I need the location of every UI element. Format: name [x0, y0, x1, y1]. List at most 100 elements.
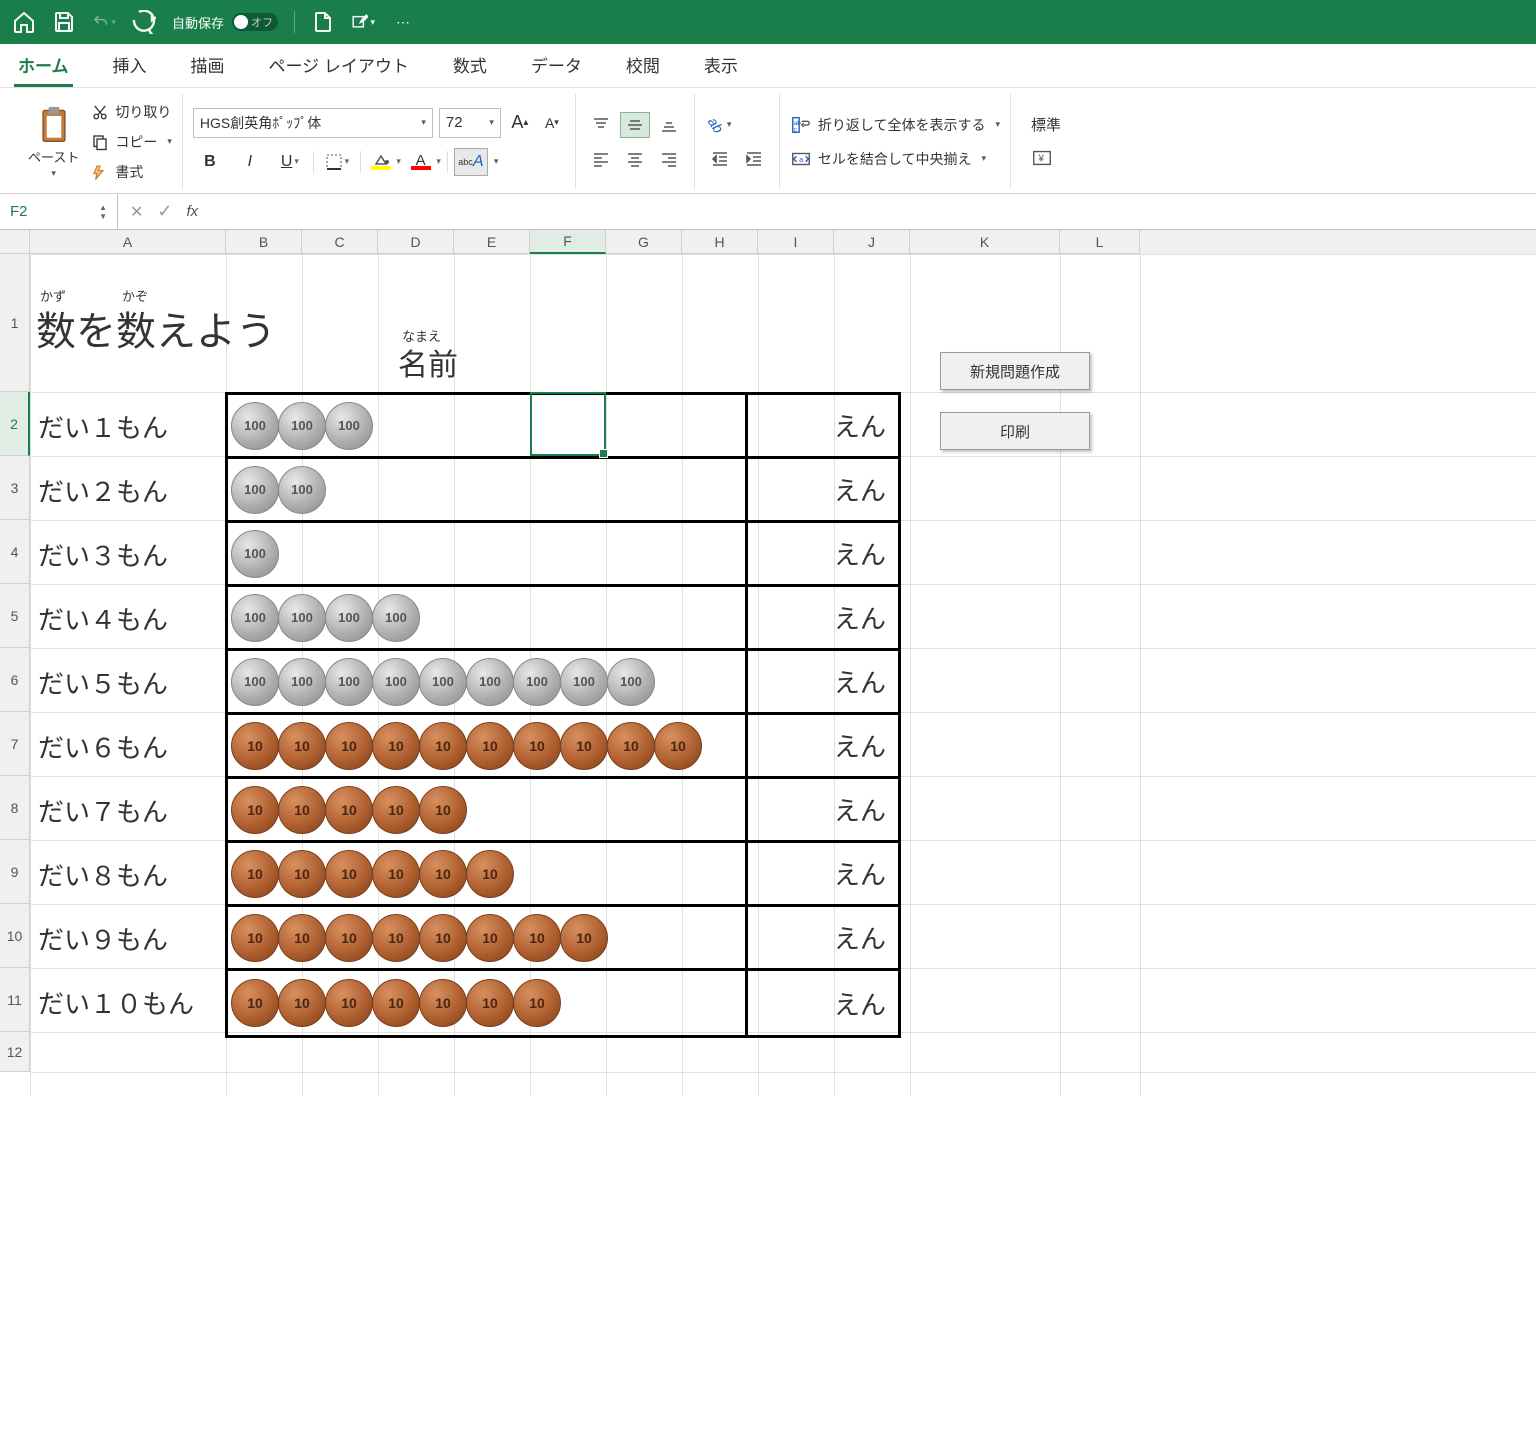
col-header-I[interactable]: I	[758, 230, 834, 254]
autosave-toggle[interactable]: 自動保存 オフ	[172, 13, 278, 32]
row-header-11[interactable]: 11	[0, 968, 30, 1032]
align-top-icon[interactable]	[586, 112, 616, 138]
coin-10: 10	[513, 914, 561, 962]
home-icon[interactable]	[12, 10, 36, 34]
answer-cell[interactable]: えん	[748, 651, 898, 712]
col-header-F[interactable]: F	[530, 230, 606, 254]
bold-button[interactable]: B	[193, 148, 227, 176]
new-question-button[interactable]: 新規問題作成	[940, 352, 1090, 390]
edit-icon[interactable]: ▾	[351, 10, 375, 34]
ribbon-tab-0[interactable]: ホーム	[14, 44, 73, 87]
col-header-L[interactable]: L	[1060, 230, 1140, 254]
col-header-K[interactable]: K	[910, 230, 1060, 254]
col-header-D[interactable]: D	[378, 230, 454, 254]
phonetic-button[interactable]: abcA	[454, 148, 488, 176]
select-all-corner[interactable]	[0, 230, 30, 254]
coin-area: 100100100	[228, 395, 748, 456]
fx-icon[interactable]: fx	[187, 203, 199, 220]
answer-cell[interactable]: えん	[748, 843, 898, 904]
new-file-icon[interactable]	[311, 10, 335, 34]
decrease-indent-icon[interactable]	[705, 146, 735, 172]
coin-100: 100	[231, 658, 279, 706]
question-label: だい５もん	[38, 664, 168, 701]
cut-button[interactable]: 切り取り	[91, 102, 172, 122]
col-header-C[interactable]: C	[302, 230, 378, 254]
font-name-select[interactable]: HGS創英角ﾎﾟｯﾌﾟ体▾	[193, 108, 433, 138]
col-header-B[interactable]: B	[226, 230, 302, 254]
spreadsheet-grid[interactable]: ABCDEFGHIJKL 123456789101112 かず かぞ 数を数えよ…	[0, 230, 1536, 1096]
cancel-icon[interactable]: ✕	[130, 202, 143, 222]
name-box[interactable]: F2 ▲▼	[0, 194, 118, 230]
align-right-icon[interactable]	[654, 146, 684, 172]
answer-cell[interactable]: えん	[748, 907, 898, 968]
row-header-8[interactable]: 8	[0, 776, 30, 840]
col-header-A[interactable]: A	[30, 230, 226, 254]
coin-10: 10	[278, 850, 326, 898]
row-header-3[interactable]: 3	[0, 456, 30, 520]
question-row: 100 えん	[228, 523, 898, 587]
align-center-icon[interactable]	[620, 146, 650, 172]
accounting-format-icon[interactable]: ¥	[1031, 147, 1053, 169]
row-header-5[interactable]: 5	[0, 584, 30, 648]
col-header-J[interactable]: J	[834, 230, 910, 254]
ribbon-tab-6[interactable]: 校閲	[622, 44, 664, 87]
answer-cell[interactable]: えん	[748, 779, 898, 840]
font-color-button[interactable]: A	[407, 148, 441, 176]
col-header-G[interactable]: G	[606, 230, 682, 254]
undo-icon[interactable]: ▾	[92, 10, 116, 34]
coin-10: 10	[560, 722, 608, 770]
row-header-12[interactable]: 12	[0, 1032, 30, 1072]
italic-button[interactable]: I	[233, 148, 267, 176]
wrap-text-button[interactable]: abc 折り返して全体を表示する▾	[790, 114, 1000, 136]
coin-10: 10	[560, 914, 608, 962]
coin-10: 10	[231, 786, 279, 834]
save-icon[interactable]	[52, 10, 76, 34]
copy-button[interactable]: コピー▾	[91, 132, 172, 152]
underline-button[interactable]: U	[273, 148, 307, 176]
ribbon-tab-3[interactable]: ページ レイアウト	[265, 44, 413, 87]
coin-100: 100	[278, 402, 326, 450]
decrease-font-icon[interactable]: A▾	[539, 110, 565, 136]
row-header-1[interactable]: 1	[0, 254, 30, 392]
format-painter-button[interactable]: 書式	[91, 162, 172, 182]
paste-button[interactable]: ペースト ▾	[20, 94, 87, 189]
more-icon[interactable]: ⋯	[391, 10, 415, 34]
coin-100: 100	[278, 658, 326, 706]
row-header-10[interactable]: 10	[0, 904, 30, 968]
print-button[interactable]: 印刷	[940, 412, 1090, 450]
merge-center-button[interactable]: a セルを結合して中央揃え▾	[790, 148, 1000, 170]
align-left-icon[interactable]	[586, 146, 616, 172]
row-header-9[interactable]: 9	[0, 840, 30, 904]
answer-cell[interactable]: えん	[748, 459, 898, 520]
row-header-6[interactable]: 6	[0, 648, 30, 712]
redo-icon[interactable]	[132, 10, 156, 34]
answer-cell[interactable]: えん	[748, 523, 898, 584]
formula-input[interactable]	[210, 194, 1536, 229]
align-middle-icon[interactable]	[620, 112, 650, 138]
ribbon-tab-2[interactable]: 描画	[187, 44, 229, 87]
coin-100: 100	[325, 594, 373, 642]
align-bottom-icon[interactable]	[654, 112, 684, 138]
increase-indent-icon[interactable]	[739, 146, 769, 172]
border-button[interactable]	[320, 148, 354, 176]
question-row: 1010101010 えん	[228, 779, 898, 843]
ribbon-tab-7[interactable]: 表示	[700, 44, 742, 87]
confirm-icon[interactable]: ✓	[157, 201, 172, 222]
orientation-button[interactable]: ab▾	[705, 112, 735, 138]
increase-font-icon[interactable]: A▴	[507, 110, 533, 136]
ribbon-tab-5[interactable]: データ	[527, 44, 586, 87]
answer-cell[interactable]: えん	[748, 715, 898, 776]
col-header-H[interactable]: H	[682, 230, 758, 254]
row-header-2[interactable]: 2	[0, 392, 30, 456]
ribbon-tab-4[interactable]: 数式	[449, 44, 491, 87]
number-format-select[interactable]: 標準	[1031, 114, 1061, 135]
answer-cell[interactable]: えん	[748, 587, 898, 648]
ribbon-tab-1[interactable]: 挿入	[109, 44, 151, 87]
font-size-select[interactable]: 72▾	[439, 108, 501, 138]
fill-color-button[interactable]	[367, 148, 401, 176]
row-header-7[interactable]: 7	[0, 712, 30, 776]
answer-cell[interactable]: えん	[748, 971, 898, 1035]
answer-cell[interactable]: えん	[748, 395, 898, 456]
col-header-E[interactable]: E	[454, 230, 530, 254]
row-header-4[interactable]: 4	[0, 520, 30, 584]
